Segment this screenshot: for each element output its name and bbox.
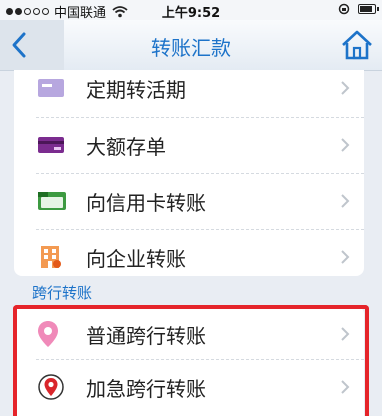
- item-label: 向信用卡转账: [86, 190, 206, 215]
- chevron-right-icon: [341, 138, 350, 152]
- chevron-right-icon: [341, 250, 350, 264]
- credit-card-icon: [38, 192, 66, 210]
- status-bar: 中国联通 上午9:52: [0, 0, 382, 21]
- home-button[interactable]: [340, 29, 374, 61]
- enterprise-building-icon: [41, 246, 61, 268]
- home-icon: [342, 30, 372, 60]
- cross-bank-card: 普通跨行转账 加急跨行转账: [14, 306, 364, 416]
- chevron-right-icon: [341, 380, 350, 394]
- page-title: 转账汇款: [151, 36, 231, 60]
- chevron-right-icon: [341, 327, 350, 341]
- battery-icon: [358, 4, 379, 14]
- navigation-bar: 转账汇款: [0, 20, 382, 71]
- list-item-credit-card-transfer[interactable]: 向信用卡转账: [14, 173, 364, 229]
- chevron-right-icon: [341, 194, 350, 208]
- fixed-to-current-icon: [38, 79, 64, 97]
- transfer-menu-card: 定期转活期 大额存单 向信用卡转账 向企业转账: [14, 70, 364, 276]
- list-item-enterprise-transfer[interactable]: 向企业转账: [14, 229, 364, 276]
- rotation-lock-icon: [338, 3, 350, 15]
- item-label: 普通跨行转账: [86, 323, 206, 348]
- list-item-fixed-to-current[interactable]: 定期转活期: [14, 70, 364, 116]
- item-label: 大额存单: [86, 134, 166, 159]
- list-item-large-deposit[interactable]: 大额存单: [14, 117, 364, 173]
- item-label: 加急跨行转账: [86, 376, 206, 401]
- list-item-normal-cross-bank[interactable]: 普通跨行转账: [14, 306, 364, 362]
- certificate-card-icon: [38, 137, 64, 153]
- location-pin-icon: [38, 321, 58, 347]
- status-time: 上午9:52: [161, 6, 221, 21]
- list-item-urgent-cross-bank[interactable]: 加急跨行转账: [14, 359, 364, 415]
- urgent-location-icon: [38, 374, 64, 400]
- chevron-right-icon: [341, 81, 350, 95]
- section-title-cross-bank: 跨行转账: [32, 284, 93, 302]
- item-label: 定期转活期: [86, 77, 186, 102]
- item-label: 向企业转账: [86, 246, 186, 271]
